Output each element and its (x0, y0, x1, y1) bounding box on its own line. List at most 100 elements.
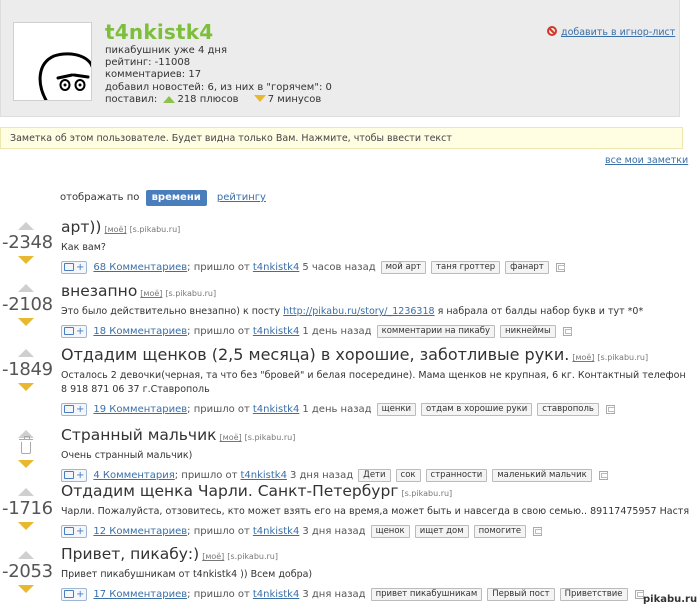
post-text-before: Это было действительно внезапно) к посту (61, 306, 284, 317)
post-meta: + 12 Комментариев; пришло от t4nkistk4 3… (61, 524, 693, 538)
sort-by-rating-link[interactable]: рейтингу (217, 192, 266, 203)
tag[interactable]: отдам в хорошие руки (421, 402, 533, 416)
post-source: [s.pikabu.ru] (401, 489, 453, 498)
tag[interactable]: ставрополь (537, 402, 599, 416)
post-rating: -2108 (2, 294, 53, 315)
sort-by-time-button[interactable]: времени (145, 190, 207, 206)
add-photo-button[interactable]: + (61, 587, 88, 601)
avatar (13, 22, 92, 101)
vote-down-icon[interactable] (18, 256, 34, 264)
story-link[interactable]: http://pikabu.ru/story/_1236318 (283, 306, 434, 317)
trash-icon[interactable] (19, 436, 33, 454)
add-photo-button[interactable]: + (61, 524, 88, 538)
watermark: pikabu.ru (643, 594, 698, 605)
post-time: 1 день назад (302, 403, 372, 415)
tag[interactable]: никнеймы (500, 324, 556, 338)
tag[interactable]: щенок (370, 524, 410, 538)
tag[interactable]: щенки (376, 402, 417, 416)
tag[interactable]: привет пикабушникам (370, 587, 483, 601)
comments-link[interactable]: 4 Комментария (93, 470, 174, 481)
camera-icon (64, 405, 74, 413)
tag[interactable]: странности (425, 468, 488, 482)
post-title[interactable]: Привет, пикабу:) (61, 545, 199, 563)
tag[interactable]: фанарт (505, 260, 549, 274)
comments-link[interactable]: 12 Комментариев (93, 526, 187, 537)
post-title[interactable]: внезапно (61, 282, 137, 300)
came-from-label: ; пришло от (174, 469, 238, 481)
vote-up-icon[interactable] (18, 222, 34, 230)
profile-stats: пикабушник уже 4 дня рейтинг: -11008 ком… (105, 45, 332, 106)
ignore-link-label: добавить в игнор-лист (561, 27, 676, 38)
minuses-count: 7 минусов (267, 93, 322, 105)
vote-up-icon[interactable] (18, 551, 34, 559)
author-link[interactable]: t4nkistk4 (253, 589, 299, 600)
post-rating: -1716 (2, 498, 53, 519)
tag[interactable]: маленький мальчик (492, 468, 592, 482)
add-photo-button[interactable]: + (61, 324, 88, 338)
post-title[interactable]: Отдадим щенка Чарли. Санкт-Петербург (61, 482, 398, 500)
post-meta: + 18 Комментариев; пришло от t4nkistk4 1… (61, 324, 693, 338)
mine-tag[interactable]: [моё] (572, 353, 594, 362)
save-icon[interactable] (562, 326, 572, 336)
mine-tag[interactable]: [моё] (104, 225, 126, 234)
vote-block: -2053 (0, 551, 53, 593)
tag[interactable]: Приветствие (559, 587, 628, 601)
post-title[interactable]: Странный мальчик (61, 426, 217, 444)
author-link[interactable]: t4nkistk4 (253, 404, 299, 415)
all-notes-link[interactable]: все мои заметки (605, 155, 688, 166)
tag[interactable]: сок (395, 468, 421, 482)
tag[interactable]: ищет дом (414, 524, 469, 538)
add-photo-button[interactable]: + (61, 468, 88, 482)
tag[interactable]: Дети (358, 468, 391, 482)
author-link[interactable]: t4nkistk4 (253, 262, 299, 273)
tag[interactable]: помогите (473, 524, 527, 538)
post-title[interactable]: арт)) (61, 218, 101, 236)
tag[interactable]: Первый пост (487, 587, 555, 601)
placed-label: поставил: (105, 93, 158, 105)
vote-up-icon[interactable] (18, 349, 34, 357)
comments-link[interactable]: 68 Комментариев (93, 262, 187, 273)
post-meta: + 68 Комментариев; пришло от t4nkistk4 5… (61, 260, 693, 274)
author-link[interactable]: t4nkistk4 (240, 470, 286, 481)
save-icon[interactable] (533, 526, 543, 536)
post-source: [s.pikabu.ru] (165, 289, 217, 298)
comments-link[interactable]: 17 Комментариев (93, 589, 187, 600)
save-icon[interactable] (598, 470, 608, 480)
vote-down-icon[interactable] (18, 585, 34, 593)
pluses-count: 218 плюсов (177, 93, 239, 105)
tag[interactable]: комментарии на пикабу (376, 324, 496, 338)
mine-tag[interactable]: [моё] (140, 289, 162, 298)
save-icon[interactable] (555, 262, 565, 272)
author-link[interactable]: t4nkistk4 (253, 526, 299, 537)
post-body: арт)) [моё] [s.pikabu.ru] Как вам? + 68 Ко… (61, 218, 693, 274)
tag[interactable]: таня гроттер (431, 260, 501, 274)
vote-block (0, 430, 52, 468)
vote-down-icon[interactable] (18, 383, 34, 391)
vote-up-icon[interactable] (18, 488, 34, 496)
add-photo-button[interactable]: + (61, 260, 88, 274)
mine-tag[interactable]: [моё] (202, 552, 224, 561)
post-rating: -2053 (2, 561, 53, 582)
vote-down-icon[interactable] (18, 318, 34, 326)
post-title[interactable]: Отдадим щенков (2,5 месяца) в хорошие, з… (61, 345, 569, 364)
post-time: 3 дня назад (302, 588, 366, 600)
vote-up-icon[interactable] (18, 284, 34, 292)
vote-down-icon[interactable] (18, 460, 34, 468)
user-note-input[interactable]: Заметка об этом пользователе. Будет видн… (0, 127, 683, 149)
post-text: Осталось 2 девочки(черная, та что без "б… (61, 370, 686, 395)
tag[interactable]: мой арт (380, 260, 427, 274)
post-body: Привет, пикабу:) [моё] [s.pikabu.ru] Приве… (61, 545, 693, 601)
comments-link[interactable]: 19 Комментариев (93, 404, 187, 415)
mine-tag[interactable]: [моё] (220, 433, 242, 442)
author-link[interactable]: t4nkistk4 (253, 326, 299, 337)
stat-comments: комментариев: 17 (105, 69, 202, 81)
profile-header: t4nkistk4 пикабушник уже 4 дня рейтинг: … (0, 0, 680, 117)
ignore-list-link[interactable]: добавить в игнор-лист (547, 26, 675, 38)
save-icon[interactable] (605, 404, 615, 414)
vote-down-icon[interactable] (18, 522, 34, 530)
post-source: [s.pikabu.ru] (129, 225, 181, 234)
comments-link[interactable]: 18 Комментариев (93, 326, 187, 337)
post-text: Чарли. Пожалуйста, отзовитесь, кто может… (61, 506, 690, 517)
plus-icon (163, 95, 176, 103)
add-photo-button[interactable]: + (61, 402, 88, 416)
